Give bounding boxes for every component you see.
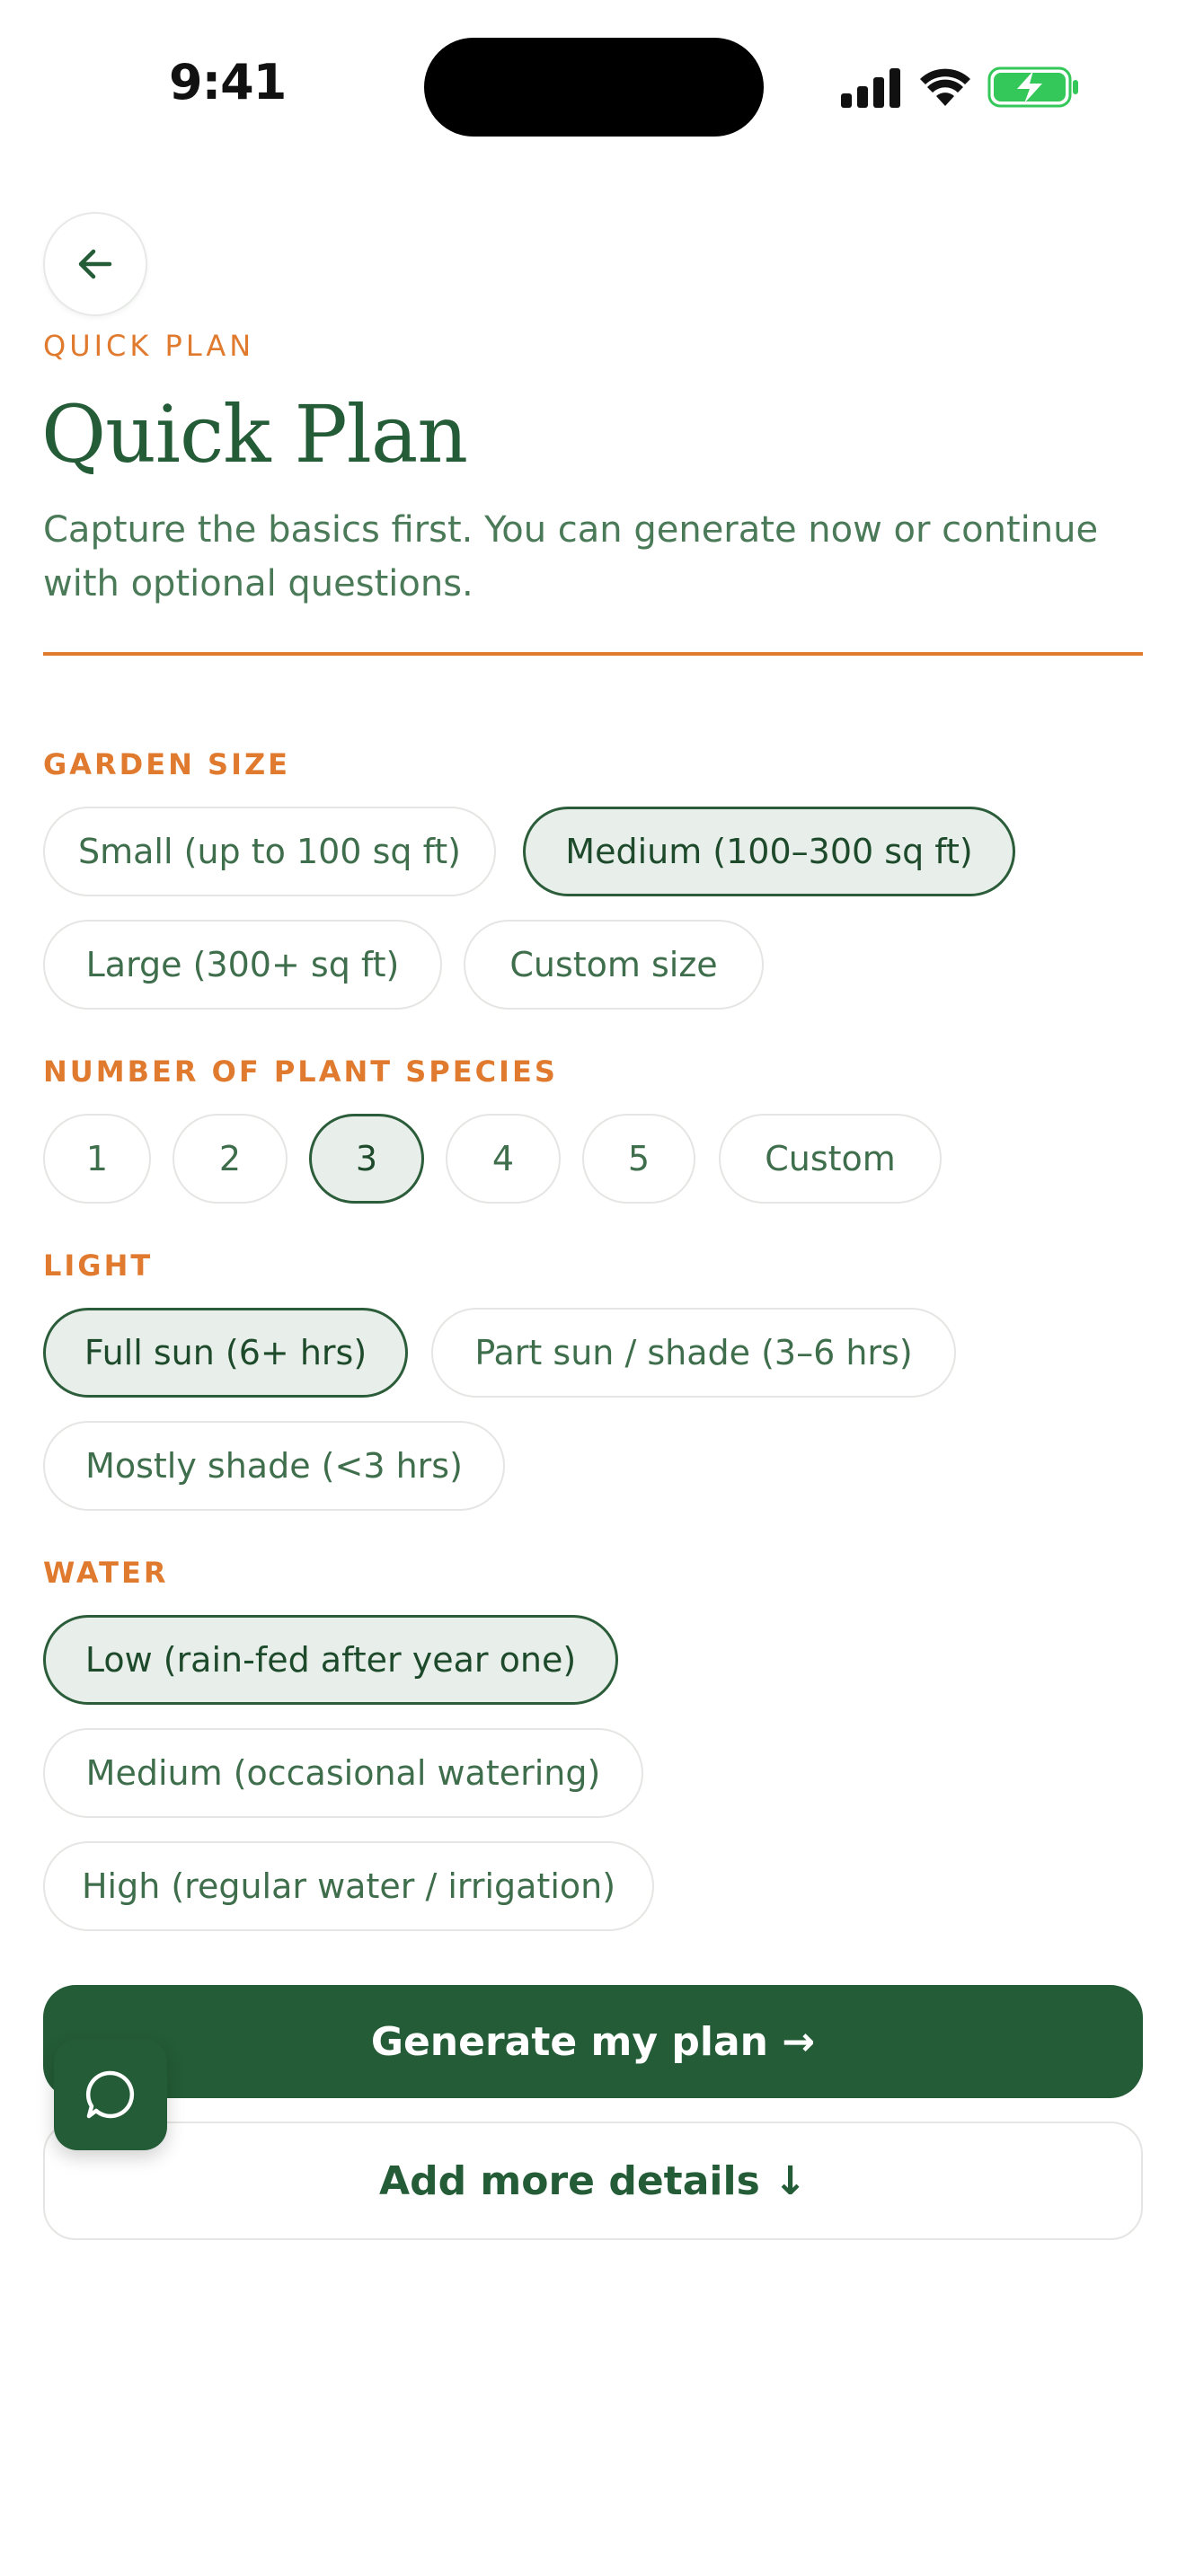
species-option-2[interactable]: 2 xyxy=(173,1114,288,1204)
battery-charging-icon xyxy=(987,66,1078,108)
species-option-custom[interactable]: Custom xyxy=(719,1114,942,1204)
light-option-full-sun[interactable]: Full sun (6+ hrs) xyxy=(43,1308,408,1398)
status-time: 9:41 xyxy=(169,54,287,110)
water-option-medium[interactable]: Medium (occasional watering) xyxy=(43,1728,643,1818)
page-eyebrow: QUICK PLAN xyxy=(43,329,255,363)
species-option-3[interactable]: 3 xyxy=(309,1114,424,1204)
species-option-4[interactable]: 4 xyxy=(446,1114,561,1204)
garden-size-option-medium[interactable]: Medium (100–300 sq ft) xyxy=(523,807,1015,896)
generate-plan-button[interactable]: Generate my plan → xyxy=(43,1985,1143,2098)
water-option-high[interactable]: High (regular water / irrigation) xyxy=(43,1841,654,1931)
light-option-mostly-shade[interactable]: Mostly shade (<3 hrs) xyxy=(43,1421,505,1511)
garden-size-option-custom[interactable]: Custom size xyxy=(464,920,764,1010)
wifi-icon xyxy=(920,68,970,106)
dynamic-island xyxy=(424,38,764,137)
status-icons xyxy=(841,66,1078,108)
species-option-1[interactable]: 1 xyxy=(43,1114,151,1204)
light-label: LIGHT xyxy=(43,1248,154,1283)
water-option-low[interactable]: Low (rain-fed after year one) xyxy=(43,1615,618,1705)
garden-size-option-large[interactable]: Large (300+ sq ft) xyxy=(43,920,442,1010)
header-divider xyxy=(43,652,1143,656)
add-details-button[interactable]: Add more details ↓ xyxy=(43,2122,1143,2240)
chat-button[interactable] xyxy=(54,2039,167,2150)
arrow-left-icon xyxy=(78,249,112,279)
page-subtitle: Capture the basics first. You can genera… xyxy=(43,509,1099,604)
garden-size-label: GARDEN SIZE xyxy=(43,747,291,781)
garden-size-option-small[interactable]: Small (up to 100 sq ft) xyxy=(43,807,496,896)
species-option-5[interactable]: 5 xyxy=(582,1114,695,1204)
species-label: NUMBER OF PLANT SPECIES xyxy=(43,1054,558,1089)
light-option-part-sun[interactable]: Part sun / shade (3–6 hrs) xyxy=(431,1308,956,1398)
back-button[interactable] xyxy=(43,212,147,316)
cellular-signal-icon xyxy=(841,68,900,108)
status-bar: 9:41 xyxy=(0,0,1186,171)
page-title: Quick Plan xyxy=(41,388,468,481)
water-label: WATER xyxy=(43,1556,169,1590)
chat-bubble-icon xyxy=(85,2070,135,2119)
